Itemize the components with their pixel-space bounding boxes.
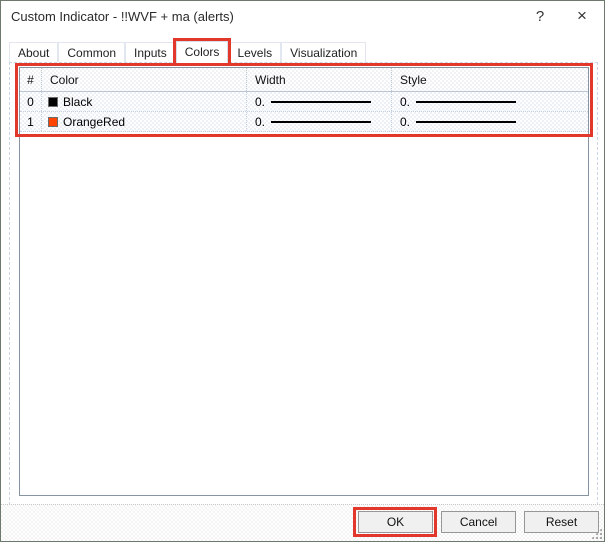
tab-common[interactable]: Common bbox=[58, 42, 126, 63]
tab-levels[interactable]: Levels bbox=[228, 42, 282, 63]
style-value: 0. bbox=[400, 94, 411, 109]
color-name: OrangeRed bbox=[63, 114, 126, 129]
table-row[interactable]: 0 Black 0. 0. bbox=[20, 92, 588, 112]
header-index: # bbox=[20, 68, 42, 91]
tab-about[interactable]: About bbox=[9, 42, 59, 63]
color-name: Black bbox=[63, 94, 93, 109]
tab-colors[interactable]: Colors bbox=[172, 38, 232, 66]
row-index: 1 bbox=[20, 112, 42, 131]
dialog-title: Custom Indicator - !!WVF + ma (alerts) bbox=[11, 9, 234, 24]
ok-button[interactable]: OK bbox=[358, 511, 433, 533]
help-icon[interactable]: ? bbox=[525, 4, 555, 28]
style-line-preview bbox=[416, 120, 517, 123]
style-value: 0. bbox=[400, 114, 411, 129]
color-cell: OrangeRed bbox=[42, 112, 247, 131]
width-cell: 0. bbox=[247, 92, 392, 111]
color-swatch-orangered bbox=[48, 116, 58, 127]
table-header-row: # Color Width Style bbox=[20, 68, 588, 92]
width-line-preview bbox=[271, 120, 372, 123]
color-cell: Black bbox=[42, 92, 247, 111]
width-value: 0. bbox=[255, 94, 266, 109]
row-index: 0 bbox=[20, 92, 42, 111]
header-color: Color bbox=[42, 68, 247, 91]
tab-inputs[interactable]: Inputs bbox=[125, 42, 176, 63]
style-cell: 0. bbox=[392, 112, 588, 131]
width-cell: 0. bbox=[247, 112, 392, 131]
custom-indicator-dialog: Custom Indicator - !!WVF + ma (alerts) ?… bbox=[0, 0, 605, 542]
close-icon[interactable]: × bbox=[567, 4, 597, 28]
width-value: 0. bbox=[255, 114, 266, 129]
table-row[interactable]: 1 OrangeRed 0. 0. bbox=[20, 112, 588, 132]
header-style: Style bbox=[400, 72, 427, 87]
header-width: Width bbox=[247, 68, 392, 91]
style-line-preview bbox=[416, 100, 517, 103]
color-swatch-black bbox=[48, 96, 58, 107]
reset-button[interactable]: Reset bbox=[524, 511, 599, 533]
colors-table: # Color Width Style 0 Black 0. 0. 1 Oran… bbox=[19, 67, 589, 496]
tab-visualization[interactable]: Visualization bbox=[281, 42, 367, 63]
style-cell: 0. bbox=[392, 92, 588, 111]
title-bar[interactable]: Custom Indicator - !!WVF + ma (alerts) ?… bbox=[1, 1, 604, 33]
width-line-preview bbox=[271, 100, 372, 103]
cancel-button[interactable]: Cancel bbox=[441, 511, 516, 533]
tab-strip: About Common Inputs Colors Levels Visual… bbox=[9, 38, 367, 66]
